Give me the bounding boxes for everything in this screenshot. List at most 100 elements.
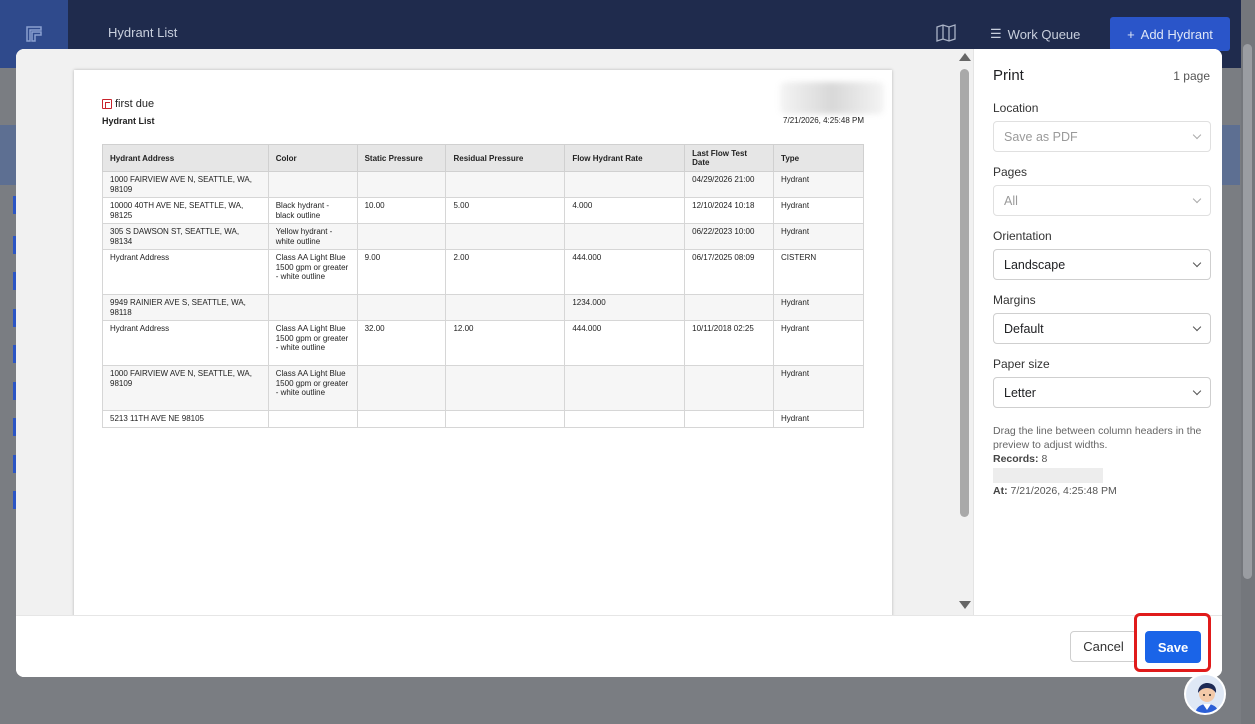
add-hydrant-button[interactable]: + Add Hydrant [1110, 17, 1230, 51]
table-row: 5213 11TH AVE NE 98105 Hydrant [102, 410, 864, 428]
records-info: Records: 8 [993, 453, 1047, 465]
preview-page: first due Hydrant List 7/21/2026, 4:25:4… [74, 70, 892, 615]
table-cell [564, 223, 686, 250]
table-cell: Hydrant [773, 171, 864, 198]
first-due-logo-icon [102, 99, 112, 109]
table-cell: 06/17/2025 08:09 [684, 249, 775, 295]
document-logo: first due [102, 98, 154, 110]
table-cell: Hydrant [773, 320, 864, 366]
table-row: 1000 FAIRVIEW AVE N, SEATTLE, WA, 98109 … [102, 171, 864, 198]
location-label: Location [993, 101, 1039, 115]
chevron-down-icon [1192, 194, 1202, 204]
save-button[interactable]: Save [1145, 631, 1201, 663]
page-scrollbar-thumb[interactable] [1243, 44, 1252, 579]
column-header[interactable]: Color [267, 144, 358, 172]
table-cell: 9.00 [356, 249, 447, 295]
table-cell [445, 365, 566, 411]
records-label: Records: [993, 453, 1039, 465]
location-value: Save as PDF [1004, 129, 1078, 144]
orientation-select[interactable]: Landscape [993, 249, 1211, 280]
table-cell [445, 223, 566, 250]
paper-size-label: Paper size [993, 357, 1050, 371]
document-title: Hydrant List [102, 116, 155, 126]
column-header[interactable]: Static Pressure [356, 144, 447, 172]
work-queue-button[interactable]: ☰ Work Queue [990, 26, 1080, 42]
table-cell: 4.000 [564, 197, 686, 224]
table-cell: Hydrant [773, 197, 864, 224]
table-cell: 12/10/2024 10:18 [684, 197, 775, 224]
paper-size-select[interactable]: Letter [993, 377, 1211, 408]
table-cell [356, 294, 447, 321]
table-cell [267, 410, 358, 428]
orientation-value: Landscape [1004, 257, 1066, 272]
table-cell: 444.000 [564, 320, 686, 366]
map-icon[interactable] [936, 24, 956, 47]
logo-text: first due [115, 98, 155, 110]
add-hydrant-label: Add Hydrant [1140, 26, 1213, 42]
table-cell: 444.000 [564, 249, 686, 295]
scroll-down-icon[interactable] [959, 601, 971, 609]
list-icon: ☰ [990, 26, 1002, 41]
preview-scrollbar[interactable] [956, 49, 973, 615]
column-header[interactable]: Last Flow Test Date [684, 144, 775, 172]
table-cell: 12.00 [445, 320, 566, 366]
margins-select[interactable]: Default [993, 313, 1211, 344]
print-settings-panel: Print 1 page Location Save as PDF Pages … [973, 49, 1222, 615]
table-cell [445, 171, 566, 198]
table-row: 1000 FAIRVIEW AVE N, SEATTLE, WA, 98109 … [102, 365, 864, 411]
table-cell: Class AA Light Blue 1500 gpm or greater … [267, 249, 358, 295]
column-header[interactable]: Type [773, 144, 864, 172]
table-cell: Yellow hydrant - white outline [267, 223, 358, 250]
page-title: Hydrant List [108, 25, 178, 40]
print-title: Print [993, 67, 1024, 84]
table-cell: 10.00 [356, 197, 447, 224]
pages-label: Pages [993, 165, 1028, 179]
table-cell: Hydrant [773, 410, 864, 428]
table-cell: 10000 40TH AVE NE, SEATTLE, WA, 98125 [102, 197, 269, 224]
table-cell: 5213 11TH AVE NE 98105 [102, 410, 269, 428]
table-cell [684, 365, 775, 411]
table-cell [564, 410, 686, 428]
cancel-button[interactable]: Cancel [1070, 631, 1137, 662]
pages-select[interactable]: All [993, 185, 1211, 216]
paper-size-value: Letter [1004, 385, 1036, 400]
timestamp-info: At: 7/21/2026, 4:25:48 PM [993, 485, 1117, 497]
column-header[interactable]: Residual Pressure [445, 144, 566, 172]
work-queue-label: Work Queue [1007, 26, 1081, 42]
table-cell [356, 365, 447, 411]
column-header[interactable]: Hydrant Address [102, 144, 269, 172]
table-cell: CISTERN [773, 249, 864, 295]
table-row: Hydrant Address Class AA Light Blue 1500… [102, 320, 864, 366]
table-cell: Hydrant Address [102, 249, 269, 295]
table-cell: 9949 RAINIER AVE S, SEATTLE, WA, 98118 [102, 294, 269, 321]
scroll-up-icon[interactable] [959, 53, 971, 61]
table-cell [356, 410, 447, 428]
table-cell [356, 223, 447, 250]
records-value: 8 [1041, 453, 1048, 465]
table-cell [267, 171, 358, 198]
table-cell: Class AA Light Blue 1500 gpm or greater … [267, 320, 358, 366]
table-row: Hydrant Address Class AA Light Blue 1500… [102, 249, 864, 295]
table-header-row: Hydrant Address Color Static Pressure Re… [102, 144, 864, 172]
table-cell [267, 294, 358, 321]
margins-label: Margins [993, 293, 1036, 307]
table-cell: 1000 FAIRVIEW AVE N, SEATTLE, WA, 98109 [102, 171, 269, 198]
redacted-block [780, 82, 884, 114]
table-cell [445, 410, 566, 428]
table-cell: 2.00 [445, 249, 566, 295]
orientation-label: Orientation [993, 229, 1052, 243]
table-row: 9949 RAINIER AVE S, SEATTLE, WA, 98118 1… [102, 294, 864, 321]
table-cell: 5.00 [445, 197, 566, 224]
table-cell [684, 294, 775, 321]
assistant-avatar[interactable] [1184, 673, 1226, 715]
column-header[interactable]: Flow Hydrant Rate [564, 144, 686, 172]
table-cell: Hydrant [773, 294, 864, 321]
table-cell: Hydrant [773, 365, 864, 411]
table-cell: 1234.000 [564, 294, 686, 321]
location-select[interactable]: Save as PDF [993, 121, 1211, 152]
table-cell: Class AA Light Blue 1500 gpm or greater … [267, 365, 358, 411]
chevron-down-icon [1192, 258, 1202, 268]
table-cell: 10/11/2018 02:25 [684, 320, 775, 366]
at-value: 7/21/2026, 4:25:48 PM [1010, 485, 1117, 497]
preview-scrollbar-thumb[interactable] [960, 69, 969, 517]
